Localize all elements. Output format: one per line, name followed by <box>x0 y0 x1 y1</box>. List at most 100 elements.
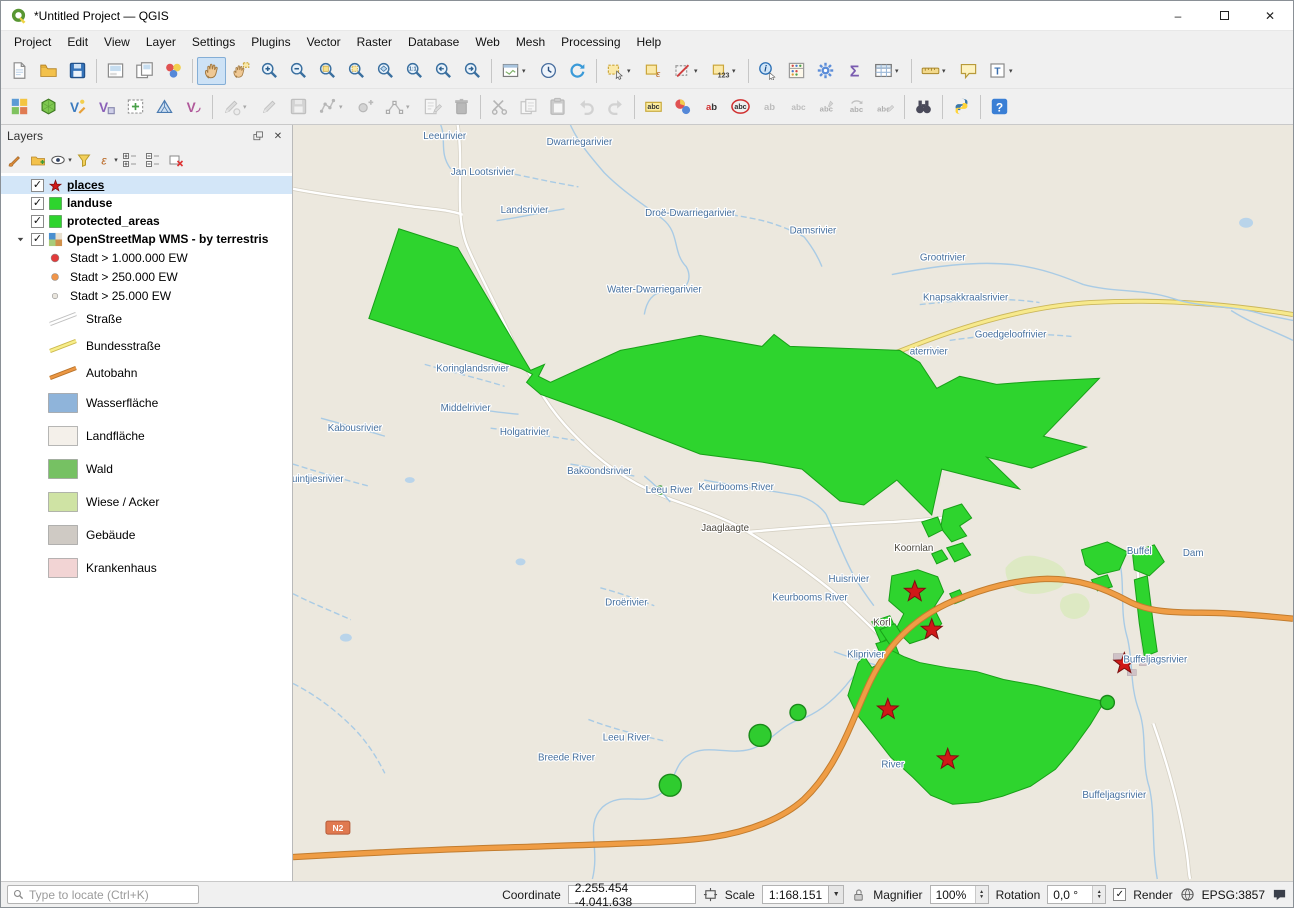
new-project-button[interactable] <box>5 57 34 85</box>
map-canvas[interactable]: LeeurivierDwarriegarivierJan Lootsrivier… <box>293 125 1293 881</box>
zoom-next-button[interactable] <box>458 57 487 85</box>
layer-item-openstreetmap-wms-by-terrestris[interactable]: ✓OpenStreetMap WMS - by terrestris <box>1 230 292 248</box>
zoom-to-selection-button[interactable] <box>342 57 371 85</box>
open-project-button[interactable] <box>34 57 63 85</box>
deselect-all-button[interactable]: ▾ <box>668 57 706 85</box>
move-label-button[interactable]: abc <box>813 93 842 121</box>
zoom-full-button[interactable] <box>313 57 342 85</box>
field-calculator-button[interactable] <box>782 57 811 85</box>
layer-visibility-checkbox[interactable]: ✓ <box>31 233 44 246</box>
toggle-editing-button[interactable] <box>255 93 284 121</box>
measure-button[interactable]: ▾ <box>916 57 954 85</box>
layer-item-protected-areas[interactable]: ✓protected_areas <box>1 212 292 230</box>
open-attribute-table-button[interactable]: ▾ <box>869 57 907 85</box>
menu-help[interactable]: Help <box>629 33 670 51</box>
temporal-controller-button[interactable] <box>534 57 563 85</box>
rotate-label-button[interactable]: abc <box>842 93 871 121</box>
paste-features-button[interactable] <box>543 93 572 121</box>
menu-project[interactable]: Project <box>6 33 59 51</box>
vertex-tool-button[interactable]: ▾ <box>380 93 418 121</box>
menu-layer[interactable]: Layer <box>138 33 184 51</box>
zoom-to-layer-button[interactable] <box>371 57 400 85</box>
spinner-arrows-icon[interactable]: ▲▼ <box>1092 886 1105 903</box>
osm-place-search-button[interactable] <box>909 93 938 121</box>
redo-button[interactable] <box>601 93 630 121</box>
manage-map-themes-button[interactable]: ▾ <box>50 149 72 171</box>
layer-item-places[interactable]: ✓places <box>1 176 292 194</box>
new-shapefile-layer-button[interactable]: V <box>63 93 92 121</box>
crs-value[interactable]: EPSG:3857 <box>1202 888 1265 902</box>
toggle-extents-icon[interactable] <box>703 887 718 902</box>
remove-layer-button[interactable] <box>165 149 187 171</box>
labeling-rules-button[interactable]: ab <box>697 93 726 121</box>
zoom-native-button[interactable]: 1:1 <box>400 57 429 85</box>
filter-legend-button[interactable] <box>73 149 95 171</box>
collapse-arrow-icon[interactable] <box>14 235 27 244</box>
select-by-value-button[interactable]: 123▾ <box>706 57 744 85</box>
magnifier-spinbox[interactable]: 100% ▲▼ <box>930 885 989 904</box>
crs-icon[interactable] <box>1180 887 1195 902</box>
render-checkbox[interactable]: ✓ <box>1113 888 1126 901</box>
filter-by-expression-button[interactable]: ε▾ <box>96 149 118 171</box>
float-panel-icon[interactable] <box>250 128 266 144</box>
pan-map-button[interactable] <box>197 57 226 85</box>
layer-visibility-checkbox[interactable]: ✓ <box>31 179 44 192</box>
menu-database[interactable]: Database <box>400 33 467 51</box>
map-tips-button[interactable] <box>954 57 983 85</box>
close-button[interactable]: ✕ <box>1247 1 1293 30</box>
open-layer-styling-button[interactable] <box>4 149 26 171</box>
undo-button[interactable] <box>572 93 601 121</box>
modify-attributes-button[interactable] <box>418 93 447 121</box>
rotation-spinbox[interactable]: 0,0 ° ▲▼ <box>1047 885 1106 904</box>
minimize-button[interactable]: – <box>1155 1 1201 30</box>
chevron-down-icon[interactable]: ▼ <box>828 886 843 903</box>
python-console-button[interactable] <box>947 93 976 121</box>
delete-selected-button[interactable] <box>447 93 476 121</box>
new-temporary-scratch-layer-button[interactable] <box>121 93 150 121</box>
add-feature-button[interactable] <box>351 93 380 121</box>
cut-features-button[interactable] <box>485 93 514 121</box>
expand-all-button[interactable] <box>119 149 141 171</box>
messages-icon[interactable] <box>1272 887 1287 902</box>
menu-raster[interactable]: Raster <box>349 33 400 51</box>
menu-processing[interactable]: Processing <box>553 33 628 51</box>
menu-plugins[interactable]: Plugins <box>243 33 298 51</box>
layer-item-landuse[interactable]: ✓landuse <box>1 194 292 212</box>
zoom-in-button[interactable] <box>255 57 284 85</box>
processing-toolbox-button[interactable] <box>811 57 840 85</box>
copy-features-button[interactable] <box>514 93 543 121</box>
style-manager-button[interactable] <box>159 57 188 85</box>
pin-unpin-labels-button[interactable]: ab <box>755 93 784 121</box>
show-unplaced-labels-button[interactable]: abc <box>726 93 755 121</box>
close-panel-icon[interactable]: ✕ <box>270 128 286 144</box>
new-geopackage-layer-button[interactable] <box>34 93 63 121</box>
select-by-expression-button[interactable]: ε <box>639 57 668 85</box>
select-features-button[interactable]: ▾ <box>601 57 639 85</box>
change-label-properties-button[interactable]: abc <box>871 93 900 121</box>
zoom-last-button[interactable] <box>429 57 458 85</box>
new-map-view-button[interactable]: ▾ <box>496 57 534 85</box>
lock-icon[interactable] <box>851 887 866 902</box>
save-layer-edits-button[interactable] <box>284 93 313 121</box>
open-data-source-manager-button[interactable] <box>5 93 34 121</box>
identify-features-button[interactable]: i <box>753 57 782 85</box>
menu-view[interactable]: View <box>96 33 138 51</box>
layer-visibility-checkbox[interactable]: ✓ <box>31 197 44 210</box>
current-edits-button[interactable]: ▾ <box>217 93 255 121</box>
menu-web[interactable]: Web <box>467 33 507 51</box>
layer-labeling-options-button[interactable]: abc <box>639 93 668 121</box>
pan-to-selection-button[interactable] <box>226 57 255 85</box>
digitize-with-segment-button[interactable]: ▾ <box>313 93 351 121</box>
menu-edit[interactable]: Edit <box>59 33 96 51</box>
menu-settings[interactable]: Settings <box>184 33 243 51</box>
show-hide-labels-button[interactable]: abc <box>784 93 813 121</box>
add-group-button[interactable] <box>27 149 49 171</box>
new-annotation-button[interactable]: T▾ <box>983 57 1021 85</box>
help-button[interactable]: ? <box>985 93 1014 121</box>
scale-combo[interactable]: 1:168.151 ▼ <box>762 885 844 904</box>
coordinate-value-box[interactable]: 2.255.454 -4.041.638 <box>568 885 696 904</box>
menu-mesh[interactable]: Mesh <box>508 33 553 51</box>
refresh-button[interactable] <box>563 57 592 85</box>
menu-vector[interactable]: Vector <box>299 33 349 51</box>
new-print-layout-button[interactable] <box>101 57 130 85</box>
